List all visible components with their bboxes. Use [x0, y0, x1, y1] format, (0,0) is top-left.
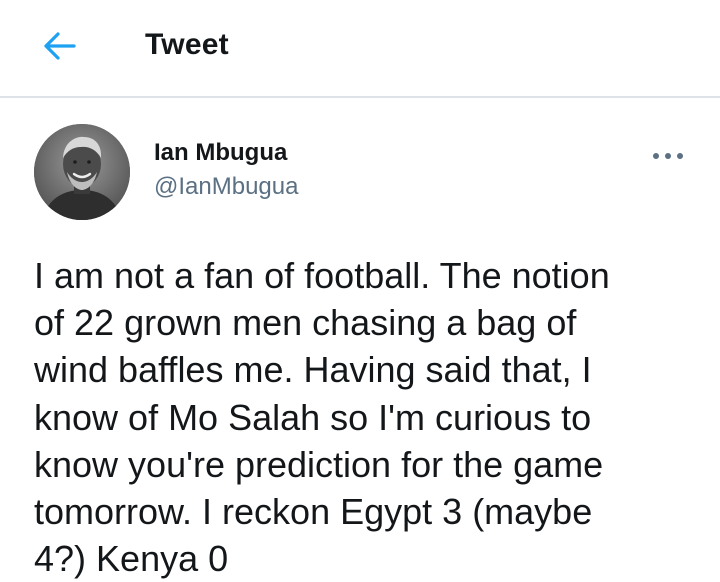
avatar[interactable] [34, 124, 130, 220]
back-button[interactable] [38, 26, 82, 66]
author-name[interactable]: Ian Mbugua [154, 138, 287, 168]
more-horizontal-icon [653, 153, 683, 159]
top-bar: Tweet [0, 0, 720, 98]
avatar-photo [34, 124, 130, 220]
more-options-button[interactable] [646, 140, 690, 172]
tweet-text: I am not a fan of football. The notion o… [34, 255, 610, 580]
page-title: Tweet [145, 28, 229, 61]
arrow-left-icon [44, 32, 76, 60]
author-handle[interactable]: @IanMbugua [154, 172, 298, 202]
